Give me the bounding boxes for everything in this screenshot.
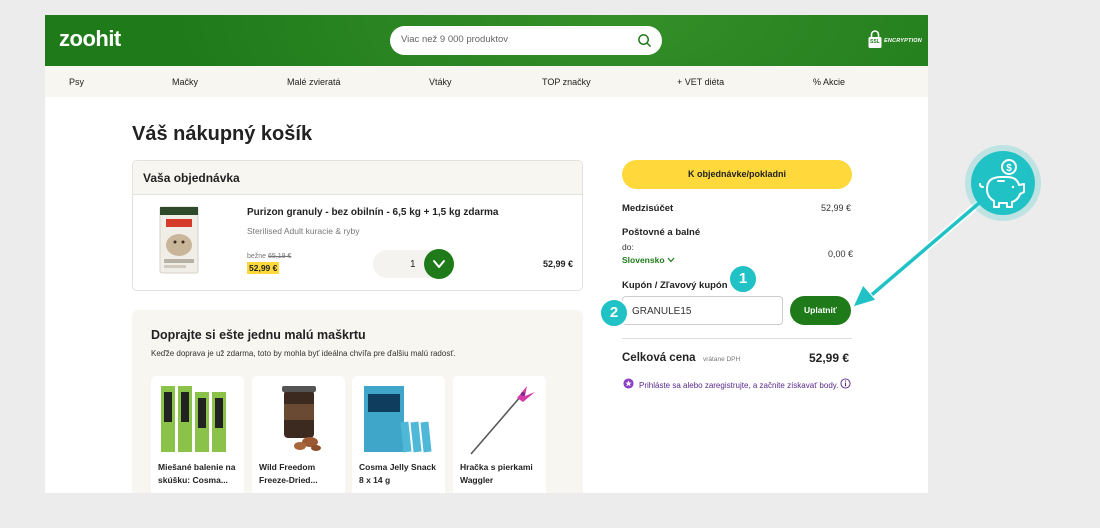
product-image xyxy=(470,386,535,455)
coupon-label: Kupón / Zľavový kupón xyxy=(622,280,728,291)
search-input[interactable]: Viac než 9 000 produktov xyxy=(390,26,662,55)
total-vat-note: vrátane DPH xyxy=(703,356,741,363)
old-price: bežne 65,19 € xyxy=(247,253,291,260)
recommendation-name: Wild Freedom Freeze-Dried... xyxy=(259,462,318,485)
product-name[interactable]: Purizon granuly - bez obilnín - 6,5 kg +… xyxy=(247,207,498,218)
recommendation-name: Hračka s pierkami Waggler xyxy=(460,462,533,485)
product-image[interactable] xyxy=(158,205,200,275)
ssl-label: SSL xyxy=(870,39,880,45)
coupon-input[interactable]: GRANULE15 xyxy=(622,296,783,325)
subtotal-value: 52,99 € xyxy=(821,203,852,213)
page-title: Váš nákupný košík xyxy=(132,123,313,145)
quantity-dropdown-button[interactable] xyxy=(424,249,454,279)
ssl-encryption-label: ENCRYPTION xyxy=(884,38,922,44)
annotation-badge-1: 1 xyxy=(728,264,758,294)
search-icon[interactable] xyxy=(637,33,652,48)
old-price-value: 65,19 € xyxy=(268,253,292,260)
piggy-bank-icon: $ xyxy=(979,159,1025,208)
recommendation-card[interactable]: Miešané balenie na skúšku: Cosma... xyxy=(151,376,244,493)
site-header: zoohit Viac než 9 000 produktov SSL ENCR… xyxy=(45,15,928,66)
chevron-down-icon xyxy=(667,257,675,263)
shipping-to-label: do: xyxy=(622,242,634,252)
total-value: 52,99 € xyxy=(809,351,850,365)
nav-item-male-zvierata[interactable]: Malé zvieratá xyxy=(287,77,341,87)
recommendations-title: Doprajte si ešte jednu malú maškrtu xyxy=(151,328,366,342)
nav-item-vtaky[interactable]: Vtáky xyxy=(429,77,452,87)
product-image xyxy=(282,386,321,451)
apply-coupon-button[interactable]: Uplatniť xyxy=(790,296,851,325)
piggy-bank-circle: $ xyxy=(971,151,1035,215)
site-logo[interactable]: zoohit xyxy=(59,26,121,52)
summary-divider xyxy=(622,338,852,339)
category-nav: Psy Mačky Malé zvieratá Vtáky TOP značky… xyxy=(45,66,928,97)
nav-item-macky[interactable]: Mačky xyxy=(172,77,198,87)
country-select[interactable]: Slovensko xyxy=(622,255,675,265)
line-total: 52,99 € xyxy=(543,259,574,269)
savings-illustration: $ xyxy=(965,145,1041,221)
shipping-value: 0,00 € xyxy=(828,249,854,259)
product-image xyxy=(364,386,432,453)
current-price: 52,99 € xyxy=(247,262,280,274)
loyalty-promo-link[interactable]: Prihláste sa alebo zaregistrujte, a začn… xyxy=(639,379,839,392)
old-price-label: bežne xyxy=(247,253,267,260)
chevron-down-icon xyxy=(433,260,445,268)
country-value: Slovensko xyxy=(622,255,665,265)
subtotal-label: Medzisúčet xyxy=(622,203,674,214)
nav-item-psy[interactable]: Psy xyxy=(69,77,84,87)
recommendation-card[interactable]: Hračka s pierkami Waggler xyxy=(453,376,546,493)
nav-item-akcie[interactable]: % Akcie xyxy=(813,77,845,87)
shipping-label: Poštovné a balné xyxy=(622,227,701,238)
svg-text:$: $ xyxy=(1006,163,1012,174)
quantity-value: 1 xyxy=(410,259,416,270)
annotation-badge-2: 2 xyxy=(599,298,629,328)
ssl-badge: SSL ENCRYPTION xyxy=(868,29,922,51)
product-image xyxy=(161,386,226,452)
recommendations-subtitle: Keďže doprava je už zdarma, toto by mohl… xyxy=(151,349,456,358)
star-badge-icon xyxy=(623,378,634,389)
recommendations-panel: Doprajte si ešte jednu malú maškrtu Keďž… xyxy=(132,310,583,493)
coupon-value: GRANULE15 xyxy=(632,306,692,317)
recommendation-name: Miešané balenie na skúšku: Cosma... xyxy=(158,462,236,485)
recommendation-card[interactable]: Wild Freedom Freeze-Dried... xyxy=(252,376,345,493)
recommendation-name: Cosma Jelly Snack 8 x 14 g xyxy=(359,462,437,485)
info-icon[interactable] xyxy=(840,378,851,389)
nav-item-top-znacky[interactable]: TOP značky xyxy=(542,77,591,87)
order-heading: Vaša objednávka xyxy=(133,161,582,195)
recommendation-card[interactable]: Cosma Jelly Snack 8 x 14 g xyxy=(352,376,445,493)
total-label: Celková cena xyxy=(622,352,696,364)
product-variant: Sterilised Adult kuracie & ryby xyxy=(247,226,360,236)
checkout-button[interactable]: K objednávke/pokladni xyxy=(622,160,852,189)
nav-item-vet-dieta[interactable]: + VET diéta xyxy=(677,77,724,87)
shop-page: zoohit Viac než 9 000 produktov SSL ENCR… xyxy=(45,15,928,493)
order-panel: Vaša objednávka Purizon granuly - bez ob… xyxy=(132,160,583,291)
quantity-stepper[interactable]: 1 xyxy=(373,249,454,279)
search-placeholder: Viac než 9 000 produktov xyxy=(401,34,509,45)
